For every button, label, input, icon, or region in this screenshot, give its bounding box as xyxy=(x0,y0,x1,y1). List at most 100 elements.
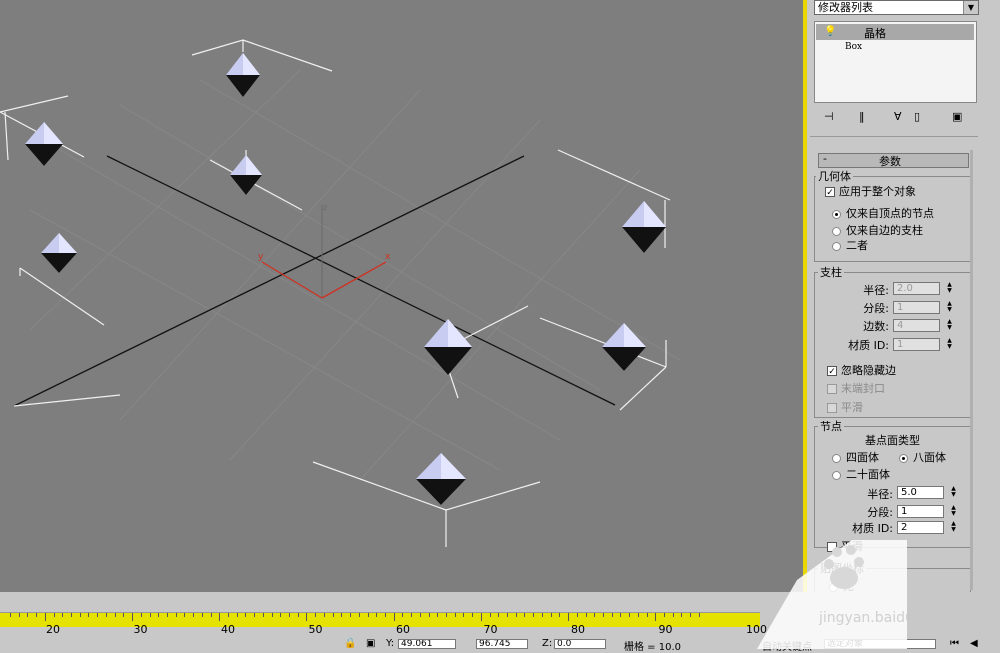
remove-modifier-icon[interactable]: ▯ xyxy=(914,110,920,123)
timeline-tick xyxy=(71,613,73,617)
radio-icon xyxy=(832,226,841,236)
spinner-arrows-icon[interactable]: ▲ ▼ xyxy=(945,338,954,351)
lightbulb-icon[interactable]: 💡 xyxy=(824,26,836,37)
timeline-tick xyxy=(655,613,657,621)
radio-edge-only[interactable]: 仅来自边的支柱 xyxy=(832,222,923,238)
timeline-tick xyxy=(341,613,343,617)
strut-matid-label: 材质 ID: xyxy=(848,339,889,352)
radio-mapping-none[interactable]: 无 xyxy=(829,578,854,592)
panel-scrollbar[interactable] xyxy=(970,150,973,590)
timeline-tick-label: 20 xyxy=(46,623,60,636)
timeline-tick xyxy=(419,613,421,617)
joint-matid-input[interactable]: 2 xyxy=(897,521,944,534)
modifier-list-dropdown[interactable]: 修改器列表 ▼ xyxy=(814,0,979,15)
pin-stack-icon[interactable]: ⊣ xyxy=(824,110,834,123)
timeline-tick xyxy=(402,613,404,617)
spinner-arrows-icon[interactable]: ▲ ▼ xyxy=(945,319,954,332)
end-caps-checkbox[interactable]: 末端封口 xyxy=(827,380,885,396)
timeline-tick xyxy=(646,613,648,617)
chevron-down-icon[interactable]: ▼ xyxy=(963,1,978,14)
strut-segments-label: 分段: xyxy=(863,302,889,315)
radio-selected-icon xyxy=(832,209,841,219)
octahedron-node xyxy=(622,201,666,253)
joint-radius-input[interactable]: 5.0 xyxy=(897,486,944,499)
absolute-mode-icon[interactable]: ▣ xyxy=(366,638,375,649)
lock-icon[interactable]: 🔒 xyxy=(344,638,356,649)
timeline-tick xyxy=(664,613,665,617)
ignore-hidden-checkbox[interactable]: ✓ 忽略隐藏边 xyxy=(827,362,896,378)
checkbox-icon xyxy=(827,384,837,394)
timeline-tick xyxy=(88,613,90,617)
radio-both[interactable]: 二者 xyxy=(832,237,868,253)
modifier-stack[interactable]: 💡 晶格 Box xyxy=(814,21,977,103)
stack-item-lattice[interactable]: 💡 晶格 xyxy=(816,24,974,40)
radio-icosahedron[interactable]: 二十面体 xyxy=(832,466,890,482)
autokey-button[interactable]: 自动关键点 xyxy=(762,638,812,653)
spinner-arrows-icon[interactable]: ▲ ▼ xyxy=(945,282,954,295)
radio-octahedron[interactable]: 八面体 xyxy=(899,449,946,465)
spinner-arrows-icon[interactable]: ▲ ▼ xyxy=(949,486,958,499)
timeline-tick xyxy=(79,613,81,617)
timeline-tick xyxy=(498,613,500,617)
group-title-geometry: 几何体 xyxy=(816,168,853,184)
coord-y-field[interactable]: 49.061 xyxy=(398,639,456,649)
timeline-tick xyxy=(140,613,142,617)
time-slider-track[interactable] xyxy=(0,612,760,627)
strut-matid-input[interactable]: 1 xyxy=(893,338,940,351)
timeline-tick-label: 40 xyxy=(221,623,235,636)
timeline-tick xyxy=(384,613,386,617)
timeline-tick xyxy=(594,613,596,617)
rollout-header-parameters[interactable]: - 参数 xyxy=(818,152,969,168)
timeline-tick xyxy=(210,613,212,617)
strut-smooth-checkbox[interactable]: 平滑 xyxy=(827,399,863,415)
coord-z-label: Z: xyxy=(542,638,553,649)
joint-smooth-checkbox[interactable]: 平滑 xyxy=(827,538,863,554)
spinner-arrows-icon[interactable]: ▲ ▼ xyxy=(945,301,954,314)
key-filter-dropdown[interactable]: 选定对象 xyxy=(824,639,936,649)
make-unique-icon[interactable]: ∀ xyxy=(894,110,902,123)
timeline-tick xyxy=(315,613,317,617)
group-title-joints: 节点 xyxy=(818,418,844,434)
coord-x-field[interactable]: 96.745 xyxy=(476,639,528,649)
timeline-tick xyxy=(245,613,247,617)
checkbox-label: 末端封口 xyxy=(841,382,885,395)
checkbox-icon xyxy=(827,542,837,552)
coord-z-field[interactable]: 0.0 xyxy=(554,639,606,649)
timeline-tick xyxy=(681,613,683,617)
strut-sides-input[interactable]: 4 xyxy=(893,319,940,332)
strut-radius-input[interactable]: 2.0 xyxy=(893,282,940,295)
timeline-tick xyxy=(672,613,674,617)
checkbox-checked-icon: ✓ xyxy=(827,366,837,377)
radio-label: 仅来自边的支柱 xyxy=(846,224,923,237)
strut-segments-input[interactable]: 1 xyxy=(893,301,940,314)
joint-segments-input[interactable]: 1 xyxy=(897,505,944,518)
radio-icon xyxy=(832,453,841,463)
radio-tetrahedron[interactable]: 四面体 xyxy=(832,449,879,465)
apply-whole-checkbox[interactable]: ✓ 应用于整个对象 xyxy=(825,183,916,199)
timeline-tick xyxy=(184,613,186,617)
radio-label: 仅来自顶点的节点 xyxy=(846,207,934,220)
radio-vertex-only[interactable]: 仅来自顶点的节点 xyxy=(832,205,934,221)
timeline-tick xyxy=(446,613,447,617)
timeline-tick xyxy=(132,613,134,621)
configure-sets-icon[interactable]: ▣ xyxy=(952,110,962,123)
show-end-result-icon[interactable]: ‖ xyxy=(859,110,865,123)
goto-start-icon[interactable]: ⏮ xyxy=(950,638,959,649)
timeline-tick xyxy=(611,613,613,617)
spinner-arrows-icon[interactable]: ▲ ▼ xyxy=(949,521,958,534)
timeline-tick xyxy=(350,613,352,617)
prev-frame-icon[interactable]: ◀ xyxy=(970,638,978,649)
timeline-tick-label: 100 xyxy=(746,623,767,636)
viewport-scene: y x z xyxy=(0,39,681,547)
perspective-viewport[interactable]: y x z xyxy=(0,0,804,592)
stack-item-box[interactable]: Box xyxy=(845,42,862,52)
strut-sides-label: 边数: xyxy=(863,320,889,333)
spinner-arrows-icon[interactable]: ▲ ▼ xyxy=(949,505,958,518)
octahedron-node xyxy=(416,453,466,505)
grid-size-readout: 栅格 = 10.0 xyxy=(624,642,682,653)
checkbox-label: 应用于整个对象 xyxy=(839,185,916,198)
timeline-tick xyxy=(568,613,570,621)
timeline-tick xyxy=(576,613,578,617)
timeline-tick xyxy=(262,613,264,617)
timeline-tick xyxy=(698,613,700,617)
